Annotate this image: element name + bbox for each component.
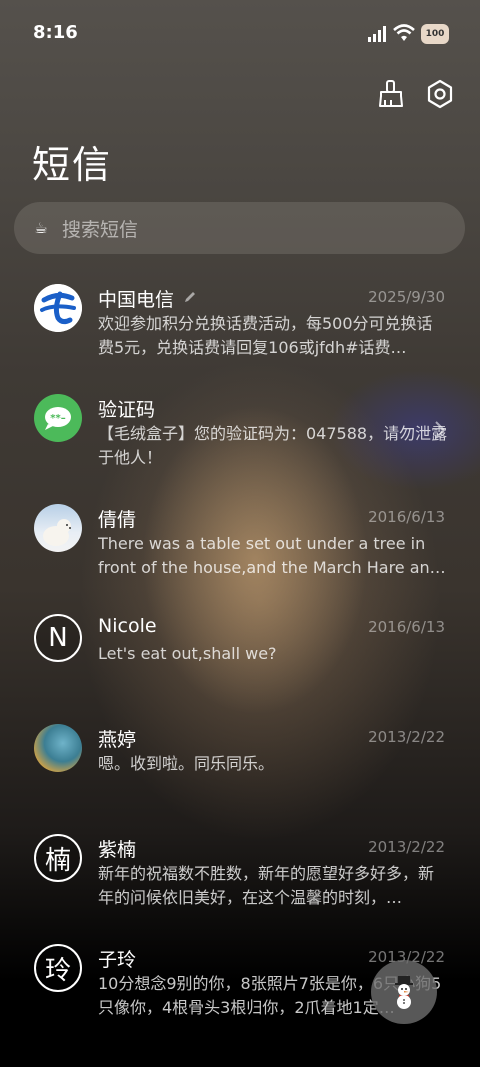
coffee-cup-icon: ☕ — [34, 219, 48, 237]
conversation-item[interactable]: 倩倩 2016/6/13 There was a table set out u… — [0, 492, 480, 602]
conversation-date: 2016/6/13 — [368, 618, 445, 636]
conversation-preview: 新年的祝福数不胜数，新年的愿望好多好多，新年的问候依旧美好，在这个温馨的时刻，… — [98, 864, 435, 907]
conversation-name: 子玲 — [98, 949, 137, 971]
chat-bubble-code-icon: **– — [45, 407, 71, 430]
polar-bear-photo-icon — [43, 519, 71, 546]
conversation-preview: 【毛绒盒子】您的验证码为：047588，请勿泄露于他人！ — [98, 424, 448, 467]
conversation-name: 紫楠 — [98, 839, 137, 861]
header-actions — [376, 78, 456, 112]
polar-bear-avatar — [34, 504, 82, 552]
broom-clean-icon[interactable] — [376, 78, 408, 110]
conversation-name: 燕婷 — [98, 729, 137, 751]
page-title: 短信 — [32, 143, 113, 187]
conversation-name: Nicole — [98, 615, 157, 637]
conversation-name: 验证码 — [98, 399, 156, 421]
chevron-right-icon[interactable] — [434, 420, 446, 440]
draft-pencil-icon — [185, 292, 195, 302]
conversation-date: 2013/2/22 — [368, 728, 445, 746]
conversation-name: 中国电信 — [98, 289, 175, 311]
search-placeholder: 搜索短信 — [62, 218, 139, 241]
conversation-name: 倩倩 — [98, 509, 137, 531]
conversation-list: 中国电信 2025/9/30 欢迎参加积分兑换话费活动，每500分可兑换话费5元… — [0, 272, 480, 1042]
conversation-item[interactable]: N Nicole 2016/6/13 Let's eat out,shall w… — [0, 602, 480, 712]
conversation-item[interactable]: 燕婷 2013/2/22 嗯。收到啦。同乐同乐。 — [0, 712, 480, 822]
wifi-icon — [393, 24, 415, 41]
contact-initial-avatar: 楠 — [34, 834, 82, 882]
conversation-preview: Let's eat out,shall we? — [98, 644, 277, 663]
conversation-preview: There was a table set out under a tree i… — [98, 534, 446, 577]
signal-icon — [368, 26, 386, 42]
search-bar[interactable]: ☕ 搜索短信 — [14, 202, 465, 254]
conversation-preview: 欢迎参加积分兑换话费活动，每500分可兑换话费5元，兑换话费请回复106或jfd… — [98, 314, 433, 357]
settings-icon[interactable] — [424, 78, 456, 110]
status-bar: 8:16 100 — [0, 0, 480, 66]
conversation-item[interactable]: **– 验证码 【毛绒盒子】您的验证码为：047588，请勿泄露于他人！ — [0, 382, 480, 492]
conversation-item[interactable]: 楠 紫楠 2013/2/22 新年的祝福数不胜数，新年的愿望好多好多，新年的问候… — [0, 822, 480, 932]
svg-text:**–: **– — [50, 413, 65, 424]
conversation-preview: 嗯。收到啦。同乐同乐。 — [98, 754, 275, 773]
snowman-icon — [395, 976, 413, 1009]
conversation-date: 2013/2/22 — [368, 838, 445, 856]
status-time: 8:16 — [33, 22, 78, 43]
battery-indicator: 100 — [421, 24, 449, 44]
contact-initial-avatar: 玲 — [34, 944, 82, 992]
landscape-avatar — [34, 724, 82, 772]
china-telecom-logo-icon — [34, 284, 82, 332]
conversation-item[interactable]: 中国电信 2025/9/30 欢迎参加积分兑换话费活动，每500分可兑换话费5元… — [0, 272, 480, 382]
china-telecom-avatar — [34, 284, 82, 332]
new-message-button[interactable] — [371, 960, 437, 1024]
verification-code-avatar: **– — [34, 394, 82, 442]
contact-initial-avatar: N — [34, 614, 82, 662]
conversation-date: 2025/9/30 — [368, 288, 445, 306]
conversation-date: 2016/6/13 — [368, 508, 445, 526]
